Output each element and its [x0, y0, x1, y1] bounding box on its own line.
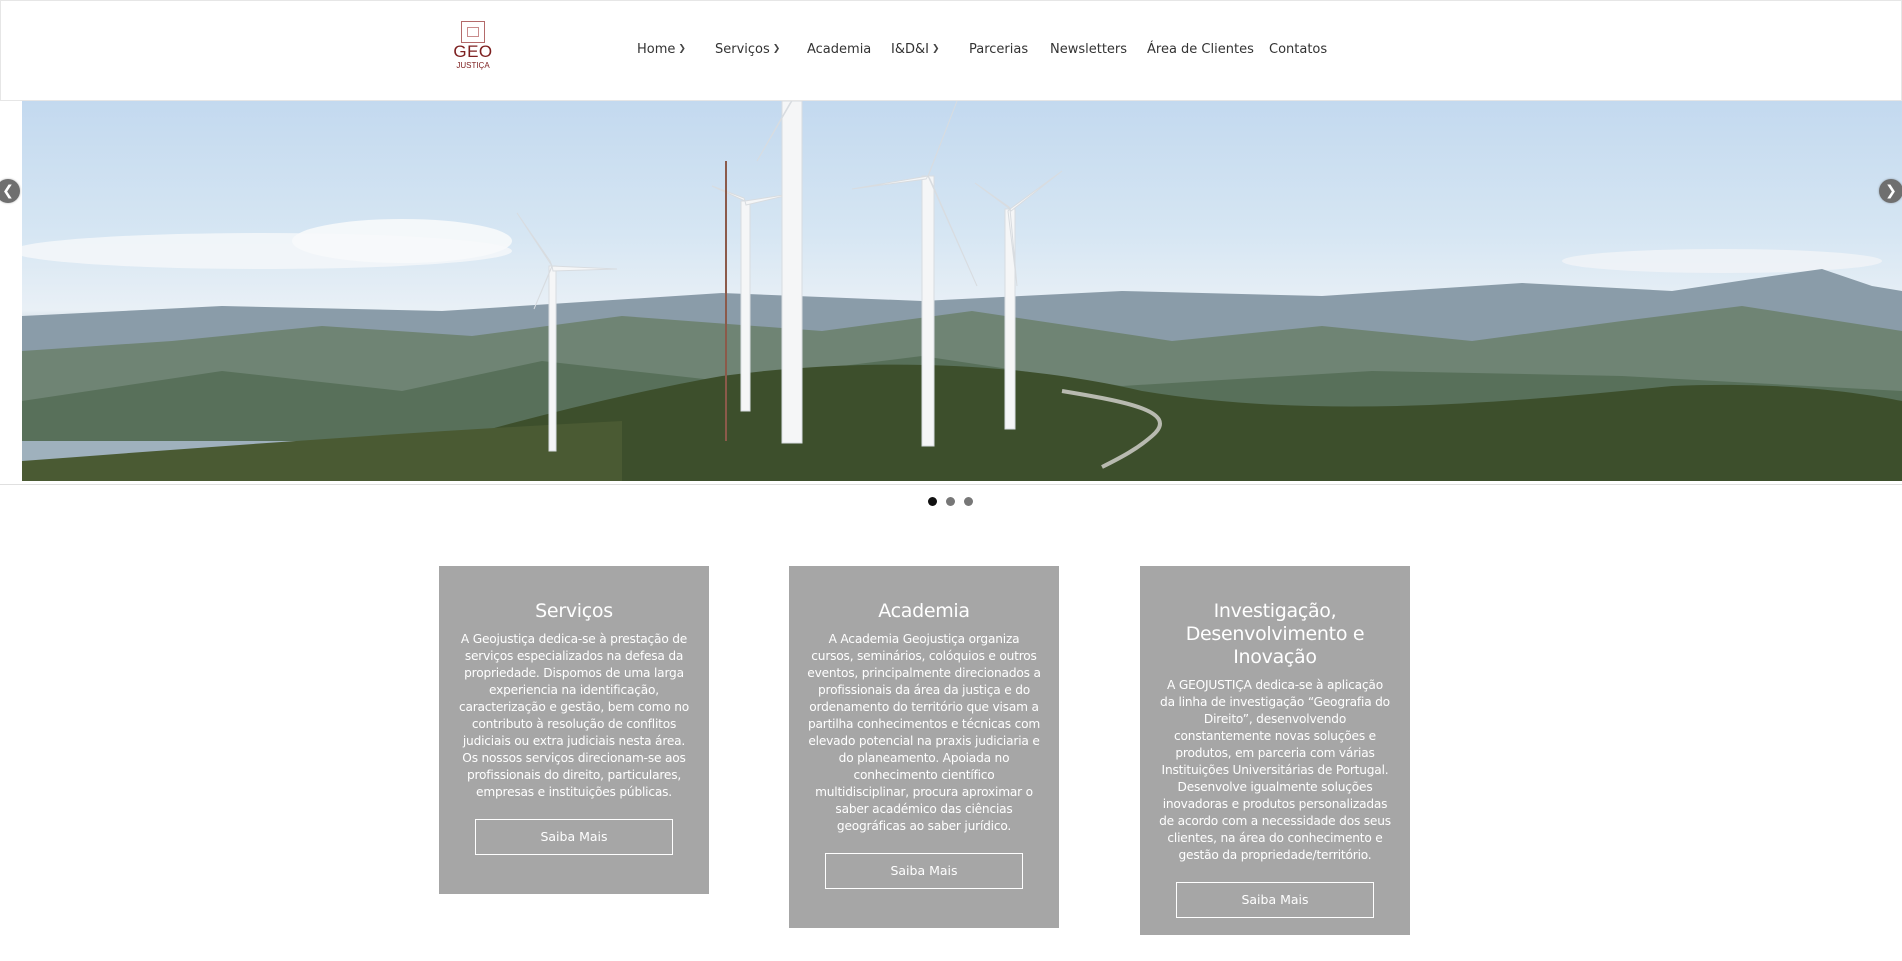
card-title: Academia	[878, 600, 970, 622]
nav-item-home[interactable]: Home ❯	[637, 42, 686, 57]
hero-slide-image	[22, 101, 1902, 481]
nav-item-label: Home	[637, 42, 676, 57]
wind-turbines-landscape-image	[22, 101, 1902, 481]
nav-item-servicos[interactable]: Serviços ❯	[715, 42, 780, 57]
nav-item-label: Contatos	[1269, 42, 1328, 57]
card-academia: Academia A Academia Geojustiça organiza …	[789, 566, 1059, 928]
saiba-mais-button[interactable]: Saiba Mais	[1176, 882, 1374, 918]
slider-dot-1[interactable]	[928, 497, 937, 506]
card-text: A Academia Geojustiça organiza cursos, s…	[807, 632, 1041, 833]
nav-item-newsletters[interactable]: Newsletters	[1050, 42, 1127, 57]
slider-bottom-divider	[0, 484, 1902, 485]
chevron-down-icon: ❯	[772, 44, 781, 54]
nav-item-label: Academia	[807, 42, 872, 57]
nav-item-parcerias[interactable]: Parcerias	[969, 42, 1028, 57]
card-text: A Geojustiça dedica-se à prestação de se…	[458, 632, 690, 799]
site-header: GEO JUSTIÇA Home ❯ Serviços ❯ Academia I&D…	[0, 0, 1902, 101]
nav-item-contatos[interactable]: Contatos	[1269, 42, 1327, 57]
logo-mark-icon	[461, 21, 485, 43]
slider-next-button[interactable]: ❯	[1879, 179, 1902, 203]
nav-item-label: Newsletters	[1050, 42, 1128, 57]
nav-item-label: Serviços	[715, 42, 770, 57]
nav-item-label: Parcerias	[969, 42, 1029, 57]
card-title: Investigação, Desenvolvimento e Inovação	[1185, 600, 1365, 668]
slider-dot-2[interactable]	[946, 497, 955, 506]
chevron-left-icon: ❮	[2, 183, 14, 199]
card-text: A GEOJUSTIÇA dedica-se à aplicação da li…	[1159, 678, 1391, 862]
chevron-down-icon: ❯	[931, 44, 940, 54]
nav-item-label: Área de Clientes	[1147, 42, 1254, 57]
card-servicos: Serviços A Geojustiça dedica-se à presta…	[439, 566, 709, 894]
geojustica-logo[interactable]: GEO JUSTIÇA	[448, 21, 498, 79]
nav-item-label: I&D&I	[891, 42, 929, 57]
slider-dot-3[interactable]	[964, 497, 973, 506]
logo-subtext: JUSTIÇA	[456, 61, 490, 70]
logo-text: GEO	[453, 42, 493, 61]
nav-item-idi[interactable]: I&D&I ❯	[891, 42, 940, 57]
saiba-mais-button[interactable]: Saiba Mais	[825, 853, 1023, 889]
card-investigacao: Investigação, Desenvolvimento e Inovação…	[1140, 566, 1410, 935]
saiba-mais-button[interactable]: Saiba Mais	[475, 819, 673, 855]
slider-prev-button[interactable]: ❮	[0, 179, 20, 203]
card-title: Serviços	[535, 600, 613, 622]
nav-item-area-clientes[interactable]: Área de Clientes	[1147, 42, 1254, 57]
nav-item-academia[interactable]: Academia	[807, 42, 871, 57]
chevron-down-icon: ❯	[678, 44, 686, 54]
chevron-right-icon: ❯	[1885, 183, 1897, 199]
